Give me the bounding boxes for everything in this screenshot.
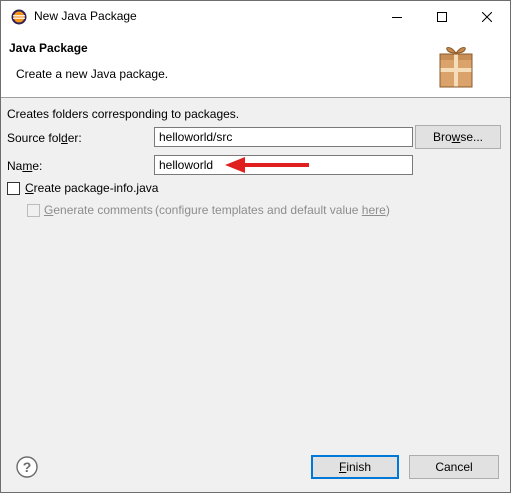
- finish-button[interactable]: Finish: [311, 455, 399, 479]
- svg-text:?: ?: [23, 459, 32, 475]
- source-folder-label-text: Source fol: [7, 131, 62, 145]
- new-java-package-dialog: New Java Package Java Package Create a n…: [0, 0, 511, 493]
- source-folder-field[interactable]: [154, 127, 413, 147]
- finish-button-label: inish: [346, 460, 372, 474]
- configure-templates-link[interactable]: here: [362, 203, 386, 217]
- source-folder-label-text-end: er:: [67, 131, 82, 145]
- title-bar: New Java Package: [1, 1, 510, 32]
- create-package-info-checkbox[interactable]: [7, 182, 20, 195]
- generate-comments-label: Generate comments: [44, 203, 153, 217]
- name-label-text: Na: [7, 159, 23, 173]
- eclipse-icon: [11, 9, 27, 25]
- banner-description: Create a new Java package.: [16, 67, 169, 81]
- maximize-button[interactable]: [419, 1, 464, 32]
- browse-button-label-end: se...: [460, 130, 484, 144]
- name-label: Name:: [7, 159, 42, 173]
- wizard-banner: Java Package Create a new Java package.: [1, 32, 510, 98]
- package-gift-icon: [439, 47, 473, 88]
- minimize-button[interactable]: [374, 1, 419, 32]
- create-package-info-mnemonic: C: [25, 181, 34, 195]
- banner-title: Java Package: [9, 41, 88, 55]
- generate-comments-checkbox[interactable]: [27, 204, 40, 217]
- close-button[interactable]: [464, 1, 509, 32]
- generate-comments-hint-text: (configure templates and default value: [155, 203, 362, 217]
- name-label-mnemonic: m: [22, 159, 33, 173]
- source-folder-label-mnemonic: d: [61, 131, 68, 145]
- finish-button-mnemonic: F: [338, 460, 347, 474]
- close-icon: [481, 11, 492, 22]
- help-icon[interactable]: ?: [16, 456, 38, 478]
- create-package-info-label[interactable]: Create package-info.java: [25, 181, 158, 195]
- browse-button[interactable]: Bro w se...: [415, 125, 501, 149]
- name-label-text-end: e:: [32, 159, 43, 173]
- window-title: New Java Package: [34, 9, 137, 23]
- generate-comments-label-text: enerate comments: [53, 203, 153, 217]
- minimize-icon: [391, 16, 402, 18]
- generate-comments-hint: (configure templates and default value h…: [155, 203, 390, 217]
- source-folder-label: Source folder:: [7, 131, 82, 145]
- form-description: Creates folders corresponding to package…: [7, 107, 240, 121]
- create-package-info-label-text: reate package-info.java: [33, 181, 159, 195]
- red-arrow-annotation: [225, 157, 309, 173]
- browse-button-mnemonic: w: [451, 130, 461, 144]
- browse-button-label: Bro: [432, 130, 452, 144]
- maximize-icon: [436, 11, 447, 22]
- generate-comments-mnemonic: G: [44, 203, 54, 217]
- cancel-button[interactable]: Cancel: [409, 455, 499, 479]
- generate-comments-hint-end: ): [385, 203, 390, 217]
